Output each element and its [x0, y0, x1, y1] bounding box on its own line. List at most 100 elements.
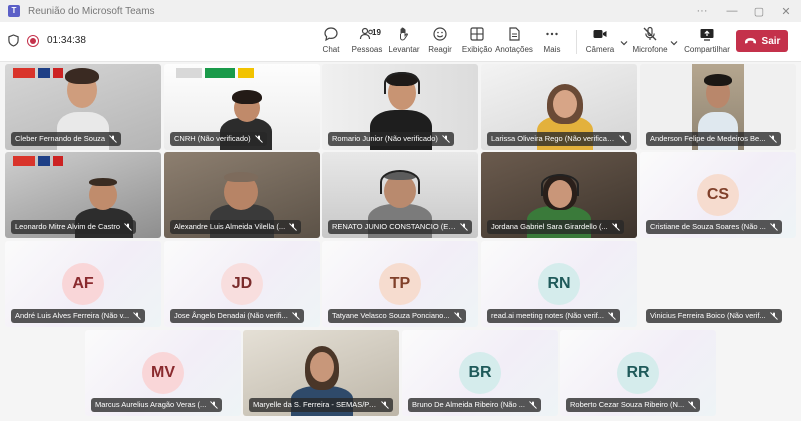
view-label: Exibição	[461, 45, 493, 54]
notes-button[interactable]: Anotações	[494, 26, 534, 58]
mic-muted-icon	[109, 135, 117, 143]
leave-button[interactable]: Sair	[736, 30, 788, 52]
mic-muted-icon	[289, 223, 297, 231]
participant-name: Bruno De Almeida Ribeiro (Não ...	[408, 398, 541, 412]
mic-muted-icon	[453, 312, 462, 320]
camera-button[interactable]: Câmera	[580, 26, 620, 58]
more-label: Mais	[543, 45, 561, 54]
participant-tile[interactable]: CNRH (Não verificado)	[164, 64, 320, 150]
microphone-button[interactable]: Microfone	[630, 26, 670, 58]
participant-tile[interactable]: MV Marcus Aurelius Aragão Veras (...	[85, 330, 241, 416]
share-button[interactable]: Compartilhar	[684, 26, 730, 58]
participant-name: Leonardo Mitre Alvim de Castro	[11, 220, 137, 234]
close-icon[interactable]: ✕	[772, 0, 800, 22]
microphone-muted-icon	[643, 26, 657, 41]
participant-tile[interactable]: RN read.ai meeting notes (Não verif...	[481, 241, 637, 327]
notes-icon	[509, 27, 520, 41]
camera-icon	[593, 30, 607, 38]
mic-muted-icon	[124, 223, 132, 231]
mic-muted-icon	[619, 135, 627, 143]
participant-tile[interactable]: Vinicius Ferreira Boico (Não verif...	[640, 241, 796, 327]
participant-tile[interactable]: RR Roberto Cezar Souza Ribeiro (N...	[560, 330, 716, 416]
participant-name: Jordana Gabriel Sara Girardello (...	[487, 220, 624, 234]
mic-muted-icon	[769, 135, 778, 143]
participant-tile[interactable]: Maryelle da S. Ferreira - SEMAS/PA (...	[243, 330, 399, 416]
window-title-bar: T Reunião do Microsoft Teams ··· — ▢ ✕	[0, 0, 801, 22]
participant-tile[interactable]: Romario Junior (Não verificado)	[322, 64, 478, 150]
participant-tile[interactable]: JD Jose Ângelo Denadai (Não verifi...	[164, 241, 320, 327]
react-label: Reagir	[428, 45, 452, 54]
mic-muted-icon	[688, 401, 697, 409]
microphone-chevron-down-icon[interactable]	[669, 38, 679, 48]
participant-tile[interactable]: Alexandre Luis Almeida Vilella (...	[164, 152, 320, 238]
people-count: 19	[372, 28, 381, 37]
more-options-icon[interactable]: ···	[688, 0, 716, 22]
organization-logo	[176, 68, 254, 78]
mic-muted-icon	[608, 312, 616, 320]
mic-muted-icon	[770, 223, 778, 231]
mic-muted-icon	[254, 135, 263, 143]
hang-up-icon	[744, 38, 756, 44]
mic-muted-icon	[769, 312, 778, 320]
participant-avatar: AF	[62, 263, 104, 305]
mic-muted-icon	[133, 312, 141, 320]
participant-tile[interactable]: CS Cristiane de Souza Soares (Não ...	[640, 152, 796, 238]
participant-tile[interactable]: Jordana Gabriel Sara Girardello (...	[481, 152, 637, 238]
participant-name: Cristiane de Souza Soares (Não ...	[646, 220, 782, 234]
recording-icon	[27, 34, 39, 47]
raise-hand-icon	[400, 27, 408, 41]
meeting-timer: 01:34:38	[47, 35, 86, 46]
share-screen-icon	[700, 29, 714, 41]
view-button[interactable]: Exibição	[457, 26, 497, 58]
people-button[interactable]: 19 Pessoas	[347, 26, 387, 58]
react-button[interactable]: Reagir	[420, 26, 460, 58]
mic-muted-icon	[442, 135, 450, 143]
participant-name: Cleber Fernando de Souza	[11, 132, 122, 146]
share-label: Compartilhar	[684, 45, 730, 54]
participant-tile[interactable]: AF André Luis Alves Ferreira (Não v...	[5, 241, 161, 327]
participant-gallery: Cleber Fernando de Souza CNRH (Não verif…	[0, 62, 801, 421]
participant-tile[interactable]: Anderson Felipe de Medeiros Be...	[640, 64, 796, 150]
mic-muted-icon	[381, 401, 389, 409]
participant-tile[interactable]: Cleber Fernando de Souza	[5, 64, 161, 150]
participant-avatar: TP	[379, 263, 421, 305]
participant-name: Tatyane Velasco Souza Ponciano...	[328, 309, 466, 323]
people-label: Pessoas	[351, 45, 383, 54]
camera-chevron-down-icon[interactable]	[619, 38, 629, 48]
mic-muted-icon	[460, 223, 468, 231]
camera-label: Câmera	[585, 45, 615, 54]
window-title: Reunião do Microsoft Teams	[28, 5, 155, 17]
participant-name: Vinicius Ferreira Boico (Não verif...	[646, 309, 782, 323]
raise-hand-label: Levantar	[388, 45, 420, 54]
organization-logo	[13, 68, 63, 78]
participant-name: Marcus Aurelius Aragão Veras (...	[91, 398, 223, 412]
mic-muted-icon	[611, 223, 620, 231]
participant-tile[interactable]: BR Bruno De Almeida Ribeiro (Não ...	[402, 330, 558, 416]
shield-icon[interactable]	[8, 34, 19, 47]
participant-tile[interactable]: TP Tatyane Velasco Souza Ponciano...	[322, 241, 478, 327]
participant-name: CNRH (Não verificado)	[170, 132, 267, 146]
raise-hand-button[interactable]: Levantar	[384, 26, 424, 58]
participant-name: Anderson Felipe de Medeiros Be...	[646, 132, 782, 146]
toolbar-divider	[576, 30, 577, 54]
chat-label: Chat	[322, 45, 340, 54]
participant-avatar: CS	[697, 174, 739, 216]
more-icon	[546, 32, 558, 36]
participant-name: André Luis Alves Ferreira (Não v...	[11, 309, 146, 323]
participant-name: Larissa Oliveira Rego (Não verificado)	[487, 132, 631, 146]
participant-tile[interactable]: Larissa Oliveira Rego (Não verificado)	[481, 64, 637, 150]
participant-tile[interactable]: RENATO JUNIO CONSTANCIO (Exter...	[322, 152, 478, 238]
notes-label: Anotações	[495, 45, 533, 54]
participant-name: Maryelle da S. Ferreira - SEMAS/PA (...	[249, 398, 393, 412]
mic-muted-icon	[291, 312, 300, 320]
leave-label: Sair	[761, 35, 781, 47]
more-button[interactable]: Mais	[532, 26, 572, 58]
participant-name: RENATO JUNIO CONSTANCIO (Exter...	[328, 220, 472, 234]
maximize-icon[interactable]: ▢	[745, 0, 773, 22]
participant-tile[interactable]: Leonardo Mitre Alvim de Castro	[5, 152, 161, 238]
participant-name: read.ai meeting notes (Não verif...	[487, 309, 620, 323]
participant-name: Alexandre Luis Almeida Vilella (...	[170, 220, 302, 234]
participant-avatar: RR	[617, 352, 659, 394]
minimize-icon[interactable]: —	[718, 0, 746, 22]
chat-button[interactable]: Chat	[311, 26, 351, 58]
